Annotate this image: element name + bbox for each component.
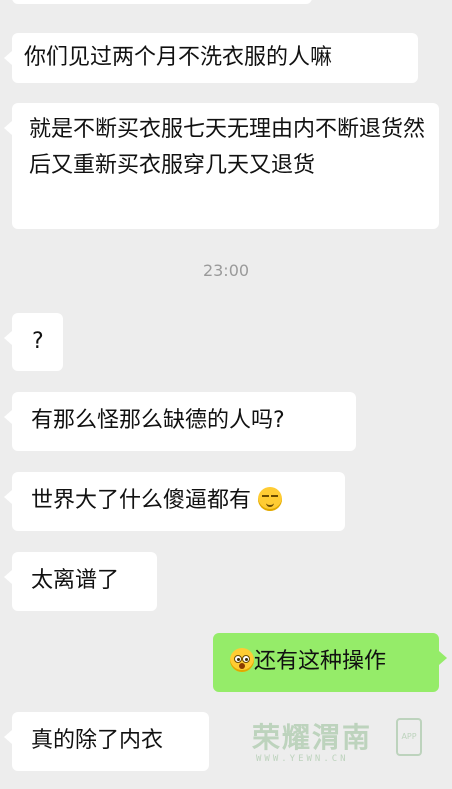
message-bubble-8[interactable]: 真的除了内衣 (4, 712, 209, 771)
message-text: 就是不断买衣服七天无理由内不断退货然后又重新买衣服穿几天又退货 (29, 117, 426, 178)
unamused-face-icon (258, 487, 283, 511)
previous-message-bubble[interactable] (12, 0, 312, 4)
message-text: 有那么怪那么缺德的人吗? (31, 408, 285, 433)
message-bubble-4[interactable]: 有那么怪那么缺德的人吗? (4, 392, 356, 451)
message-bubble-3[interactable]: ? (4, 313, 63, 371)
message-text: 你们见过两个月不洗衣服的人嘛 (24, 45, 333, 70)
message-text: ? (32, 329, 44, 354)
message-bubble-1[interactable]: 你们见过两个月不洗衣服的人嘛 (4, 33, 418, 83)
message-text: 太离谱了 (31, 568, 120, 593)
flushed-face-icon (230, 648, 254, 672)
message-bubble-5[interactable]: 世界大了什么傻逼都有 (4, 472, 345, 531)
app-phone-icon: APP (396, 718, 422, 756)
message-text: 真的除了内衣 (31, 728, 164, 753)
message-text: 还有这种操作 (254, 649, 387, 674)
message-bubble-7[interactable]: 还有这种操作 (213, 633, 447, 692)
timestamp: 23:00 (202, 261, 250, 280)
message-text: 世界大了什么傻逼都有 (31, 488, 252, 513)
watermark-url: WWW.YEWN.CN (256, 754, 349, 764)
watermark-text: 荣耀渭南 (252, 721, 373, 754)
message-bubble-2[interactable]: 就是不断买衣服七天无理由内不断退货然后又重新买衣服穿几天又退货 (4, 103, 439, 229)
message-bubble-6[interactable]: 太离谱了 (4, 552, 157, 611)
watermark-logo: 荣耀渭南 APP WWW.YEWN.CN (250, 712, 440, 772)
